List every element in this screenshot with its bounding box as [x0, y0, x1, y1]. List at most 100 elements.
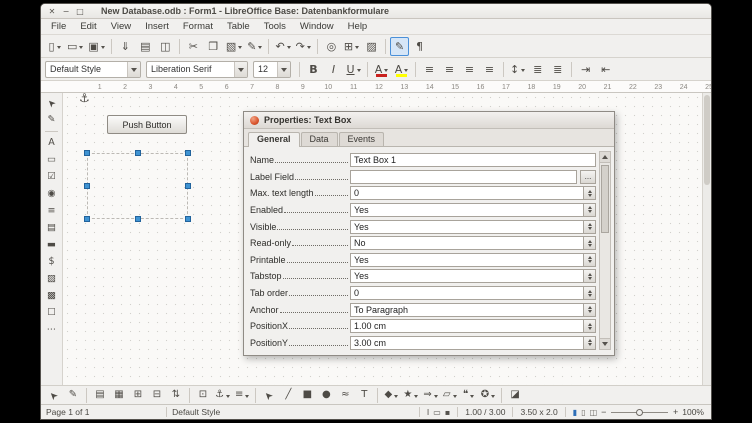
print-preview-button[interactable]: ◫ [156, 37, 175, 56]
property-value-input[interactable]: Text Box 1 [350, 153, 596, 167]
symbol-shapes-button[interactable]: ★ [401, 387, 420, 404]
selection-handle-bottom-left[interactable] [84, 216, 90, 222]
spin-up-icon[interactable] [588, 254, 592, 259]
form-navigator-button[interactable]: ⊞ [129, 387, 147, 404]
selection-handle-bottom-middle[interactable] [135, 216, 141, 222]
selected-text-box-control[interactable] [87, 153, 188, 219]
menu-item[interactable]: Table [220, 20, 257, 33]
spin-down-icon[interactable] [588, 227, 592, 232]
italic-button[interactable]: I [324, 60, 343, 79]
table-button[interactable]: ⊞ [342, 37, 361, 56]
decrease-paragraph-spacing-button[interactable]: ≣ [548, 60, 567, 79]
vertical-scrollbar[interactable] [702, 93, 711, 385]
export-pdf-button[interactable]: ⇓ [116, 37, 135, 56]
design-mode-button[interactable]: ✎ [64, 387, 82, 404]
decrease-indent-button[interactable]: ⇤ [596, 60, 615, 79]
zoom-in-button[interactable]: + [671, 407, 680, 417]
browse-button[interactable]: ... [580, 170, 596, 184]
change-anchor-button[interactable]: ⚓ [213, 387, 232, 404]
combo-box-button[interactable]: ▤ [43, 220, 60, 236]
add-field-button[interactable]: ⊟ [148, 387, 166, 404]
cut-button[interactable]: ✂ [184, 37, 203, 56]
paste-button[interactable]: ▧ [224, 37, 244, 56]
scrollbar-thumb[interactable] [704, 95, 710, 185]
insert-text-box-button[interactable]: T [355, 387, 373, 404]
print-button[interactable]: ▤ [136, 37, 155, 56]
selection-handle-middle-right[interactable] [185, 183, 191, 189]
selection-handle-top-right[interactable] [185, 150, 191, 156]
bold-button[interactable]: B [304, 60, 323, 79]
font-name-combo[interactable]: Liberation Serif [146, 61, 248, 78]
property-value-input[interactable]: Yes [350, 220, 584, 234]
drawing-select-button[interactable]: ➤ [260, 387, 278, 404]
open-button[interactable]: ▭ [65, 37, 85, 56]
paragraph-style-combo[interactable]: Default Style [45, 61, 141, 78]
insert-line-button[interactable]: ╱ [279, 387, 297, 404]
spin-down-icon[interactable] [588, 277, 592, 282]
push-button-control[interactable]: Push Button [107, 115, 187, 134]
check-box-button[interactable]: ☑ [43, 169, 60, 185]
ellipse-button[interactable]: ● [317, 387, 335, 404]
spin-up-icon[interactable] [588, 271, 592, 276]
scrollbar-thumb[interactable] [601, 165, 609, 233]
spin-down-icon[interactable] [588, 194, 592, 199]
align-left-button[interactable]: ≡ [420, 60, 439, 79]
spin-up-icon[interactable] [588, 238, 592, 243]
redo-button[interactable]: ↷ [294, 37, 313, 56]
page-count[interactable]: Page 1 of 1 [46, 407, 161, 417]
property-value-input[interactable]: Yes [350, 203, 584, 217]
highlight-color-button[interactable]: A [392, 60, 411, 79]
pattern-field-button[interactable]: ▩ [43, 288, 60, 304]
align-objects-button[interactable]: ≡ [233, 387, 251, 404]
callouts-button[interactable]: ❝ [460, 387, 478, 404]
spin-up-icon[interactable] [588, 288, 592, 293]
menu-item[interactable]: Insert [138, 20, 176, 33]
selection-handle-top-middle[interactable] [135, 150, 141, 156]
flowchart-button[interactable]: ▱ [441, 387, 459, 404]
increase-indent-button[interactable]: ⇥ [576, 60, 595, 79]
line-spacing-button[interactable]: ↕ [508, 60, 527, 79]
multi-page-view-button[interactable]: ▯ [579, 408, 587, 417]
property-value-input[interactable]: Yes [350, 253, 584, 267]
tab-events[interactable]: Events [339, 132, 385, 146]
label-field-button[interactable]: A [43, 135, 60, 151]
more-controls-button[interactable]: ⋯ [43, 322, 60, 338]
object-size[interactable]: 3.50 x 2.0 [518, 407, 559, 417]
menu-item[interactable]: Edit [73, 20, 103, 33]
form-properties-button[interactable]: ▦ [110, 387, 128, 404]
dialog-scrollbar[interactable] [599, 151, 611, 350]
align-right-button[interactable]: ≡ [460, 60, 479, 79]
align-center-button[interactable]: ≡ [440, 60, 459, 79]
selection-mode-indicator[interactable]: ▭ [431, 408, 443, 417]
undo-button[interactable]: ↶ [273, 37, 292, 56]
font-color-button[interactable]: A [372, 60, 391, 79]
option-button[interactable]: ◉ [43, 186, 60, 202]
find-replace-button[interactable]: ◎ [322, 37, 341, 56]
book-view-button[interactable]: ◫ [588, 408, 600, 417]
image-button-tool[interactable]: ▨ [43, 271, 60, 287]
spin-up-icon[interactable] [588, 321, 592, 326]
menu-item[interactable]: View [104, 20, 138, 33]
maximize-button[interactable]: □ [75, 6, 85, 17]
font-size-combo[interactable]: 12 [253, 61, 291, 78]
select-button[interactable]: ➤ [43, 95, 60, 111]
curve-button[interactable]: ≈ [336, 387, 354, 404]
dropdown-arrow-icon[interactable] [127, 62, 140, 77]
property-value-input[interactable]: 0 [350, 186, 584, 200]
select-button[interactable]: ➤ [45, 387, 63, 404]
scroll-down-icon[interactable] [600, 338, 610, 349]
property-value-input[interactable]: Yes [350, 269, 584, 283]
minimize-button[interactable]: − [61, 6, 71, 17]
extrusion-button[interactable]: ◪ [506, 387, 524, 404]
spin-up-icon[interactable] [588, 188, 592, 193]
close-button[interactable]: ✕ [47, 6, 57, 17]
group-box-button[interactable]: ☐ [43, 305, 60, 321]
position-size-button[interactable]: ⊡ [194, 387, 212, 404]
increase-paragraph-spacing-button[interactable]: ≣ [528, 60, 547, 79]
tab-general[interactable]: General [248, 132, 300, 147]
design-mode-button[interactable]: ✎ [43, 112, 60, 128]
design-mode-button[interactable]: ✎ [390, 37, 409, 56]
block-arrows-button[interactable]: ⇒ [421, 387, 439, 404]
control-properties-button[interactable]: ▤ [91, 387, 109, 404]
align-justify-button[interactable]: ≡ [480, 60, 499, 79]
